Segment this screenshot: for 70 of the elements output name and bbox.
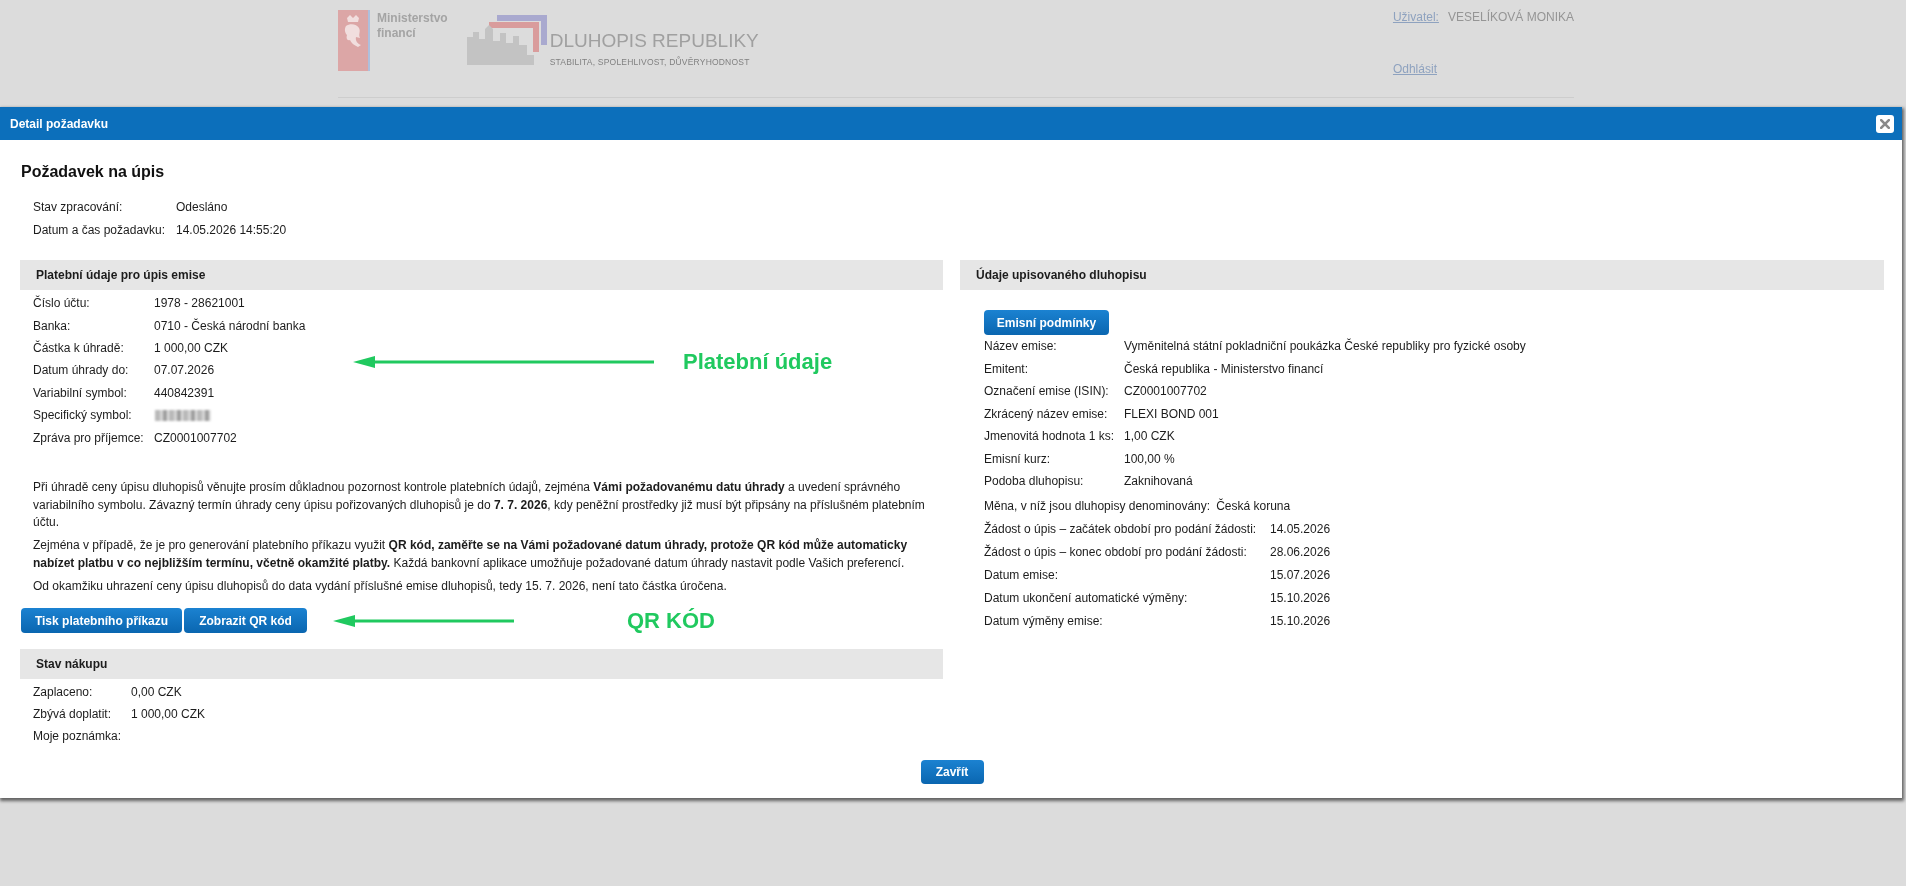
field-label: Žádost o úpis – začátek období pro podání žádosti: bbox=[984, 522, 1258, 536]
field-label: Datum úhrady do: bbox=[33, 363, 130, 378]
field-label: Datum ukončení automatické výměny: bbox=[984, 591, 1189, 605]
field-label: Zbývá doplatit: bbox=[33, 707, 113, 722]
field-value: 15.10.2026 bbox=[1270, 614, 1331, 628]
field-value: 440842391 bbox=[154, 385, 215, 400]
field-label: Název emise: bbox=[984, 339, 1058, 354]
field-label: Specifický symbol: bbox=[33, 408, 133, 423]
section-heading: Platební údaje pro úpis emise bbox=[20, 260, 943, 290]
field-value: 0710 - Česká národní banka bbox=[154, 318, 306, 333]
skyline-logo-icon bbox=[466, 15, 547, 65]
brand-name: DLUHOPIS REPUBLIKY bbox=[549, 30, 759, 52]
field-value: Zaknihovaná bbox=[1124, 474, 1193, 489]
user-name: VESELÍKOVÁ MONIKA bbox=[1447, 10, 1574, 25]
field-label: Variabilní symbol: bbox=[33, 385, 128, 400]
field-label: Banka: bbox=[33, 318, 72, 333]
field-value: CZ0001007702 bbox=[1124, 384, 1207, 399]
field-value: Česká koruna bbox=[1216, 499, 1291, 513]
field-value: Vyměnitelná státní pokladniční poukázka České republiky pro fyzické osoby bbox=[1124, 339, 1526, 354]
field-value: 1 000,00 CZK bbox=[131, 707, 206, 722]
field-value: 28.06.2026 bbox=[1270, 545, 1331, 559]
field-value: 0,00 CZK bbox=[131, 684, 182, 699]
issue-terms-button[interactable]: Emisní podmínky bbox=[984, 310, 1109, 335]
field-value: 14.05.2026 bbox=[1270, 522, 1331, 536]
ministry-logo-text: Ministerstvo financí bbox=[377, 10, 448, 41]
section-heading: Údaje upisovaného dluhopisu bbox=[960, 260, 1884, 290]
field-label: Měna, v níž jsou dluhopisy denominovány: bbox=[984, 499, 1211, 513]
field-value: 07.07.2026 bbox=[154, 363, 215, 378]
field-value: 15.10.2026 bbox=[1270, 591, 1331, 605]
field-label: Zaplaceno: bbox=[33, 684, 94, 699]
show-qr-code-button[interactable]: Zobrazit QR kód bbox=[184, 608, 307, 633]
field-label: Jmenovitá hodnota 1 ks: bbox=[984, 429, 1116, 444]
field-label: Datum a čas požadavku: bbox=[33, 222, 167, 237]
field-value: 100,00 % bbox=[1124, 451, 1175, 466]
field-label: Zpráva pro příjemce: bbox=[33, 430, 145, 445]
field-label: Emisní kurz: bbox=[984, 451, 1051, 466]
print-order-button[interactable]: Tisk platebního příkazu bbox=[21, 608, 182, 633]
field-label: Stav zpracování: bbox=[33, 199, 124, 214]
payment-notice: Při úhradě ceny úpisu dluhopisů věnujte prosím důkladnou pozornost kontrole platebních údajů, zejména Vámi požadovanému datu úhrady a uvedení správného variabilního symbolu. Závazný termín úhrady ceny úpisu pořizovaných dluhopisů je do 7. 7. 2026, kdy peněžní prostředky již musí být připsány na příslušném platebním účtu. bbox=[33, 478, 926, 532]
lion-emblem-icon bbox=[338, 10, 370, 71]
dialog-heading: Požadavek na úpis bbox=[21, 162, 165, 182]
field-value: 15.07.2026 bbox=[1270, 568, 1331, 582]
field-label: Částka k úhradě: bbox=[33, 340, 125, 355]
close-dialog-button[interactable]: Zavřít bbox=[920, 759, 984, 784]
field-label: Datum výměny emise: bbox=[984, 614, 1104, 628]
field-label: Emitent: bbox=[984, 361, 1029, 376]
field-value: 1 000,00 CZK bbox=[154, 340, 229, 355]
field-value: 1978 - 28621001 bbox=[154, 296, 245, 311]
callout-label: QR KÓD bbox=[627, 607, 715, 634]
field-value: CZ0001007702 bbox=[154, 430, 237, 445]
field-label: Zkrácený název emise: bbox=[984, 406, 1109, 421]
field-label: Datum emise: bbox=[984, 568, 1060, 582]
field-label: Moje poznámka: bbox=[33, 729, 123, 744]
field-label: Žádost o úpis – konec období pro podání žádosti: bbox=[984, 545, 1248, 559]
field-value: 1,00 CZK bbox=[1124, 429, 1175, 444]
field-value: FLEXI BOND 001 bbox=[1124, 406, 1219, 421]
dialog-title: Detail požadavku bbox=[10, 116, 109, 131]
section-heading: Stav nákupu bbox=[20, 648, 943, 679]
close-icon bbox=[1880, 118, 1890, 129]
field-value: Odesláno bbox=[176, 199, 228, 214]
field-label: Číslo účtu: bbox=[33, 296, 91, 311]
field-label: Označení emise (ISIN): bbox=[984, 384, 1110, 399]
payment-notice: Zejména v případě, že je pro generování platebního příkazu využit QR kód, zaměřte se na Vámi požadované datum úhrady, protože QR kód může automaticky nabízet platbu v co nejbližším termínu, včetně okamžité platby. Každá bankovní aplikace umožňuje požadované datum úhrady nastavit podle Vašich preferencí. bbox=[33, 537, 909, 572]
field-label: Podoba dluhopisu: bbox=[984, 474, 1085, 489]
close-button[interactable] bbox=[1876, 114, 1894, 133]
callout-label: Platební údaje bbox=[683, 349, 833, 375]
brand-tagline: STABILITA, SPOLEHLIVOST, DŮVĚRYHODNOST bbox=[549, 57, 750, 67]
payment-notice: Od okamžiku uhrazení ceny úpisu dluhopisů do data vydání příslušné emise dluhopisů, tedy 15. 7. 2026, není tato částka úročena. bbox=[33, 577, 728, 595]
field-value: Česká republika - Ministerstvo financí bbox=[1124, 361, 1324, 376]
field-value: 14.05.2026 14:55:20 bbox=[176, 222, 287, 237]
